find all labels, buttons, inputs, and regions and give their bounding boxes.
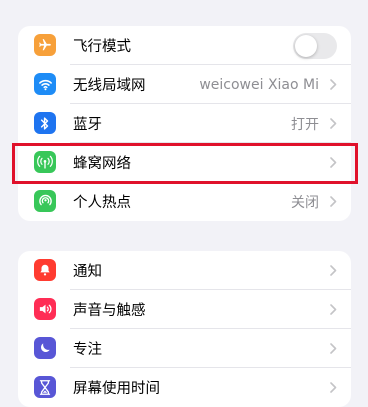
chevron-right-icon xyxy=(330,79,337,90)
hourglass-icon xyxy=(34,376,56,398)
airplane-icon xyxy=(34,34,56,56)
antenna-icon xyxy=(34,151,56,173)
speaker-icon xyxy=(34,298,56,320)
settings-row-value: 关闭 xyxy=(291,194,319,211)
wifi-icon xyxy=(34,73,56,95)
moon-icon xyxy=(34,337,56,359)
settings-group-connectivity: 飞行模式 无线局域网 weicowei Xiao Mi 蓝牙 打开 蜂窝网络 个 xyxy=(18,26,351,221)
settings-row-personal-hotspot[interactable]: 个人热点 关闭 xyxy=(18,182,351,221)
settings-group-notifications: 通知 声音与触感 专注 屏幕使用时间 xyxy=(18,251,351,407)
bluetooth-icon xyxy=(34,112,56,134)
chevron-right-icon xyxy=(330,118,337,129)
chevron-right-icon xyxy=(330,343,337,354)
hotspot-icon xyxy=(34,190,56,212)
settings-row-focus[interactable]: 专注 xyxy=(18,329,351,368)
settings-row-label: 蓝牙 xyxy=(73,117,102,133)
settings-row-label: 飞行模式 xyxy=(73,39,131,55)
settings-row-wifi[interactable]: 无线局域网 weicowei Xiao Mi xyxy=(18,65,351,104)
settings-row-label: 个人热点 xyxy=(73,195,131,211)
settings-row-airplane-mode[interactable]: 飞行模式 xyxy=(18,26,351,65)
settings-row-label: 蜂窝网络 xyxy=(73,156,131,172)
settings-row-value: weicowei Xiao Mi xyxy=(199,76,319,93)
settings-row-bluetooth[interactable]: 蓝牙 打开 xyxy=(18,104,351,143)
chevron-right-icon xyxy=(330,157,337,168)
chevron-right-icon xyxy=(330,382,337,393)
bell-icon xyxy=(34,259,56,281)
settings-row-cellular[interactable]: 蜂窝网络 xyxy=(18,143,351,182)
toggle-knob xyxy=(295,35,317,57)
settings-row-sounds-haptics[interactable]: 声音与触感 xyxy=(18,290,351,329)
settings-row-label: 声音与触感 xyxy=(73,303,146,319)
settings-row-label: 通知 xyxy=(73,264,102,280)
settings-row-notifications[interactable]: 通知 xyxy=(18,251,351,290)
settings-row-screen-time[interactable]: 屏幕使用时间 xyxy=(18,368,351,407)
chevron-right-icon xyxy=(330,304,337,315)
settings-row-label: 无线局域网 xyxy=(73,78,146,94)
settings-row-label: 专注 xyxy=(73,342,102,358)
airplane-mode-toggle[interactable] xyxy=(293,33,337,59)
chevron-right-icon xyxy=(330,265,337,276)
settings-row-label: 屏幕使用时间 xyxy=(73,381,160,397)
settings-row-value: 打开 xyxy=(291,116,319,133)
chevron-right-icon xyxy=(330,196,337,207)
